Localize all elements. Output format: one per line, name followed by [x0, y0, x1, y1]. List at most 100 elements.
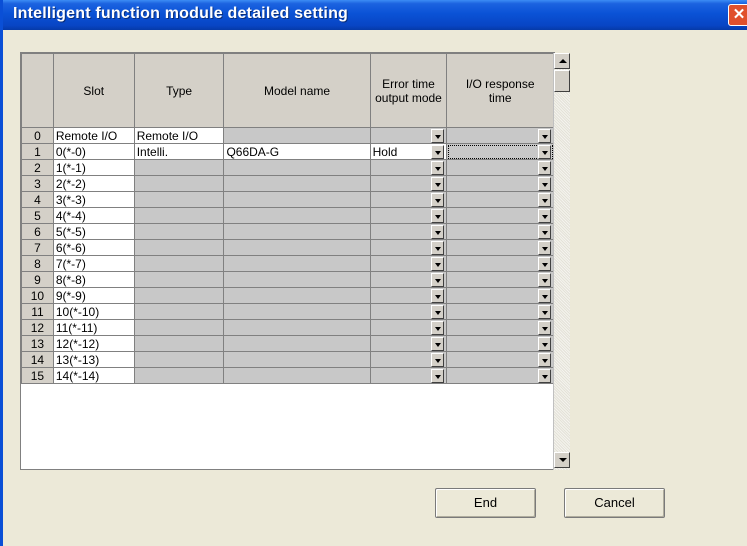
dropdown-arrow-icon[interactable] [538, 337, 551, 351]
slot-cell[interactable]: 5(*-5) [52, 223, 135, 240]
dropdown-arrow-icon[interactable] [431, 241, 445, 255]
error-mode-combo[interactable] [369, 271, 448, 288]
model-name-cell[interactable] [223, 367, 371, 384]
dropdown-arrow-icon[interactable] [431, 321, 445, 335]
dropdown-arrow-icon[interactable] [431, 177, 445, 191]
slot-cell[interactable]: 12(*-12) [52, 335, 135, 352]
error-mode-combo[interactable] [369, 127, 448, 144]
dropdown-arrow-icon[interactable] [538, 209, 551, 223]
io-response-time-combo[interactable] [446, 239, 554, 256]
io-response-time-combo[interactable] [446, 255, 554, 272]
slot-cell[interactable]: 6(*-6) [52, 239, 135, 256]
dropdown-arrow-icon[interactable] [431, 145, 445, 159]
dropdown-arrow-icon[interactable] [431, 369, 445, 383]
vertical-scrollbar[interactable] [553, 53, 570, 470]
slot-cell[interactable]: 14(*-14) [52, 367, 135, 384]
dropdown-arrow-icon[interactable] [538, 257, 551, 271]
dropdown-arrow-icon[interactable] [538, 161, 551, 175]
type-cell[interactable] [133, 175, 225, 192]
dropdown-arrow-icon[interactable] [431, 161, 445, 175]
dropdown-arrow-icon[interactable] [538, 145, 551, 159]
type-cell[interactable] [133, 351, 225, 368]
slot-cell[interactable]: Remote I/O [52, 127, 135, 144]
model-name-cell[interactable] [223, 127, 371, 144]
type-cell[interactable] [133, 271, 225, 288]
type-cell[interactable] [133, 239, 225, 256]
type-cell[interactable] [133, 303, 225, 320]
io-response-time-combo[interactable] [446, 303, 554, 320]
dropdown-arrow-icon[interactable] [538, 353, 551, 367]
error-mode-combo[interactable] [369, 367, 448, 384]
model-name-cell[interactable]: Q66DA-G [223, 143, 371, 160]
dropdown-arrow-icon[interactable] [538, 225, 551, 239]
dropdown-arrow-icon[interactable] [538, 193, 551, 207]
slot-cell[interactable]: 13(*-13) [52, 351, 135, 368]
model-name-cell[interactable] [223, 207, 371, 224]
io-response-time-combo[interactable] [446, 143, 554, 160]
end-button[interactable]: End [435, 488, 536, 518]
type-cell[interactable] [133, 287, 225, 304]
type-cell[interactable] [133, 223, 225, 240]
io-response-time-combo[interactable] [446, 271, 554, 288]
type-cell[interactable]: Intelli. [133, 143, 225, 160]
cancel-button[interactable]: Cancel [564, 488, 665, 518]
model-name-cell[interactable] [223, 255, 371, 272]
model-name-cell[interactable] [223, 351, 371, 368]
dropdown-arrow-icon[interactable] [538, 289, 551, 303]
type-cell[interactable] [133, 191, 225, 208]
slot-cell[interactable]: 11(*-11) [52, 319, 135, 336]
model-name-cell[interactable] [223, 287, 371, 304]
io-response-time-combo[interactable] [446, 287, 554, 304]
io-response-time-combo[interactable] [446, 351, 554, 368]
error-mode-combo[interactable] [369, 303, 448, 320]
dropdown-arrow-icon[interactable] [431, 193, 445, 207]
type-cell[interactable]: Remote I/O [133, 127, 225, 144]
model-name-cell[interactable] [223, 319, 371, 336]
model-name-cell[interactable] [223, 223, 371, 240]
model-name-cell[interactable] [223, 191, 371, 208]
error-mode-combo[interactable] [369, 175, 448, 192]
dropdown-arrow-icon[interactable] [431, 273, 445, 287]
dropdown-arrow-icon[interactable] [538, 241, 551, 255]
error-mode-combo[interactable] [369, 287, 448, 304]
slot-cell[interactable]: 0(*-0) [52, 143, 135, 160]
model-name-cell[interactable] [223, 303, 371, 320]
dropdown-arrow-icon[interactable] [431, 337, 445, 351]
dropdown-arrow-icon[interactable] [431, 305, 445, 319]
error-mode-combo[interactable] [369, 335, 448, 352]
close-icon[interactable]: ✕ [728, 4, 747, 26]
dropdown-arrow-icon[interactable] [431, 257, 445, 271]
io-response-time-combo[interactable] [446, 223, 554, 240]
scroll-up-icon[interactable] [554, 53, 570, 69]
io-response-time-combo[interactable] [446, 335, 554, 352]
dropdown-arrow-icon[interactable] [538, 273, 551, 287]
scroll-thumb[interactable] [554, 70, 570, 92]
slot-cell[interactable]: 3(*-3) [52, 191, 135, 208]
slot-cell[interactable]: 1(*-1) [52, 159, 135, 176]
model-name-cell[interactable] [223, 239, 371, 256]
error-mode-combo[interactable] [369, 159, 448, 176]
type-cell[interactable] [133, 255, 225, 272]
error-mode-combo[interactable] [369, 239, 448, 256]
io-response-time-combo[interactable] [446, 367, 554, 384]
io-response-time-combo[interactable] [446, 191, 554, 208]
type-cell[interactable] [133, 319, 225, 336]
error-mode-combo[interactable] [369, 207, 448, 224]
slot-cell[interactable]: 4(*-4) [52, 207, 135, 224]
slot-cell[interactable]: 9(*-9) [52, 287, 135, 304]
error-mode-combo[interactable]: Hold [369, 143, 448, 160]
dropdown-arrow-icon[interactable] [431, 289, 445, 303]
dropdown-arrow-icon[interactable] [538, 369, 551, 383]
error-mode-combo[interactable] [369, 351, 448, 368]
error-mode-combo[interactable] [369, 191, 448, 208]
type-cell[interactable] [133, 335, 225, 352]
model-name-cell[interactable] [223, 159, 371, 176]
slot-cell[interactable]: 8(*-8) [52, 271, 135, 288]
io-response-time-combo[interactable] [446, 175, 554, 192]
dropdown-arrow-icon[interactable] [431, 225, 445, 239]
error-mode-combo[interactable] [369, 223, 448, 240]
io-response-time-combo[interactable] [446, 159, 554, 176]
model-name-cell[interactable] [223, 335, 371, 352]
slot-cell[interactable]: 7(*-7) [52, 255, 135, 272]
io-response-time-combo[interactable] [446, 127, 554, 144]
